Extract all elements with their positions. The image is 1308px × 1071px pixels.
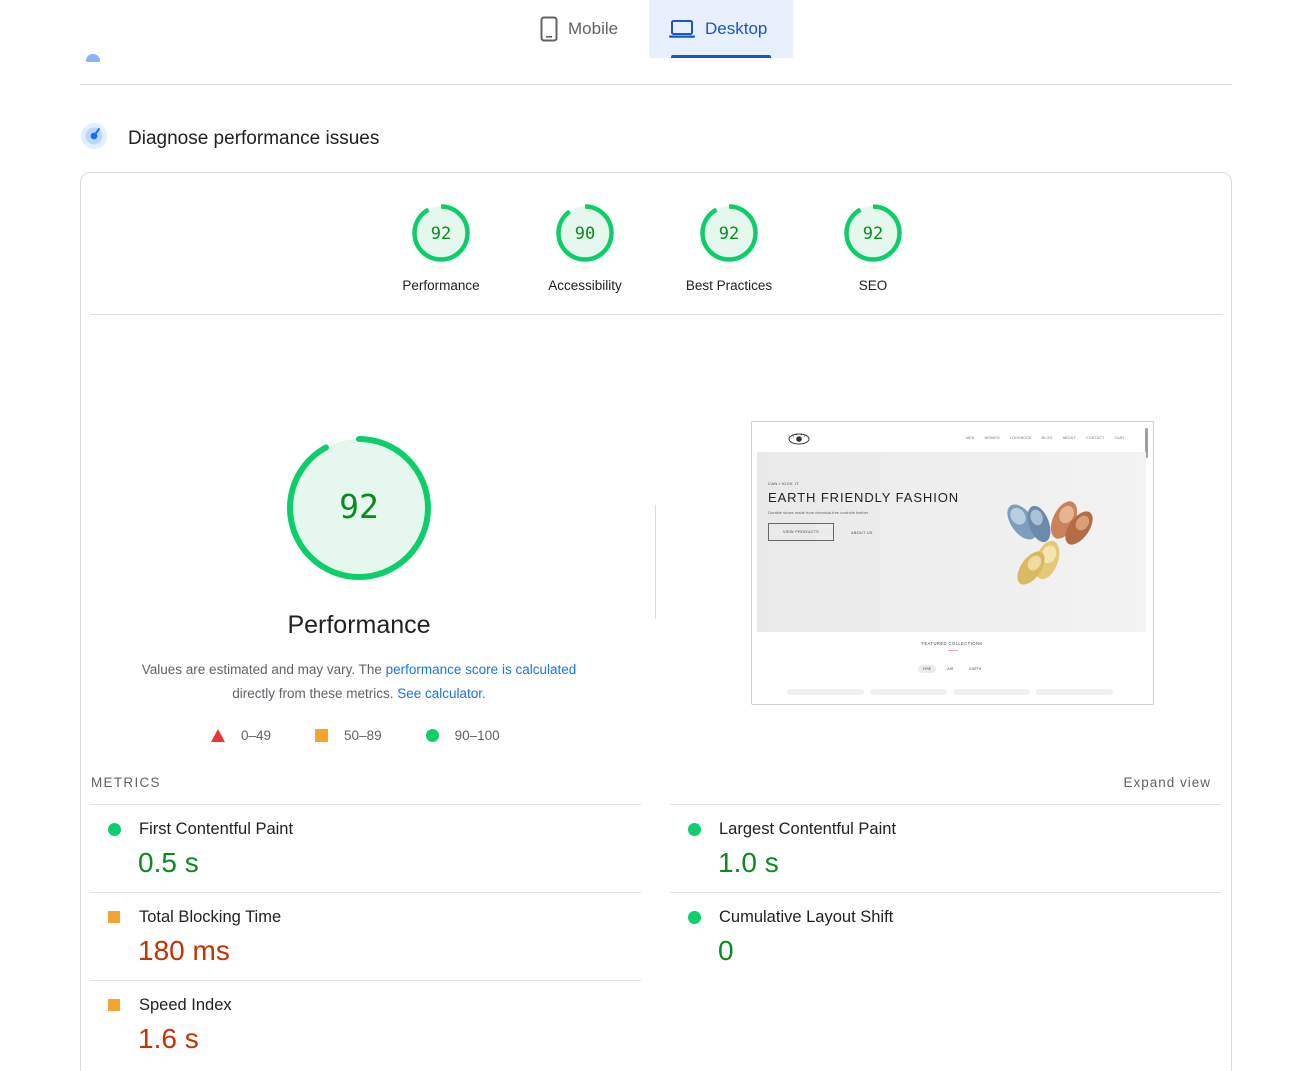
category-gauges: 92 Performance 90 Accessibility 92 Best … [381, 203, 931, 303]
report-card: 92 Performance 90 Accessibility 92 Best … [80, 172, 1232, 1071]
legend-range: 90–100 [454, 728, 500, 743]
performance-title: Performance [287, 611, 431, 639]
selected-tab-indicator [671, 55, 771, 58]
gauge-label: Accessibility [548, 278, 622, 293]
thumb-nav-link: CART [1114, 436, 1125, 440]
gauge-score: 92 [863, 224, 883, 244]
pass-circle-icon [688, 911, 701, 924]
shoes-image [1007, 501, 1093, 585]
gauge-performance[interactable]: 92 Performance [381, 203, 501, 293]
thumb-eyebrow: CAN I KICK IT [768, 481, 799, 486]
clipped-content [80, 54, 580, 62]
metric-value: 1.6 s [138, 1023, 199, 1054]
pass-circle-icon [108, 823, 121, 836]
metric-total-blocking-time: Total Blocking Time 180 ms [90, 892, 641, 980]
thumb-collection-tabs: FIRE AIR EARTH [918, 665, 986, 673]
note-text: Values are estimated and may vary. The [141, 662, 386, 677]
metric-value: 0.5 s [138, 847, 199, 878]
circle-icon [425, 729, 439, 742]
metrics-column-left: First Contentful Paint 0.5 s Total Block… [90, 804, 641, 1068]
thumb-about-link: ABOUT US [851, 531, 873, 535]
gauge-score: 92 [719, 224, 739, 244]
thumb-pill: AIR [947, 667, 954, 671]
average-square-icon [108, 999, 120, 1011]
gauge-ring: 92 [700, 204, 758, 262]
gauge-score: 92 [431, 224, 451, 244]
thumb-hero-subtitle: Durable shoes made from chemical-free co… [768, 510, 869, 515]
thumb-hero-title: EARTH FRIENDLY FASHION [768, 490, 960, 505]
metric-name: First Contentful Paint [139, 820, 294, 838]
triangle-icon [211, 729, 225, 742]
pass-circle-icon [688, 823, 701, 836]
final-screenshot: MEN WOMEN LOOKBOOK BLOG ABOUT CONTACT CA… [751, 421, 1154, 705]
gauge-label: Best Practices [685, 278, 773, 293]
score-legend: 0–49 50–89 90–100 [211, 728, 544, 743]
metric-name: Cumulative Layout Shift [719, 908, 894, 926]
metric-value: 180 ms [138, 935, 230, 966]
metrics-column-right: Largest Contentful Paint 1.0 s Cumulativ… [670, 804, 1221, 980]
gauge-label: Performance [402, 278, 480, 293]
metric-value: 0 [718, 935, 734, 966]
eye-logo-icon [788, 433, 810, 445]
see-calculator-link[interactable]: See calculator. [397, 686, 486, 701]
legend-range: 0–49 [241, 728, 272, 743]
divider [80, 84, 1232, 85]
diagnose-header: Diagnose performance issues [80, 122, 379, 155]
laptop-icon [669, 19, 695, 39]
legend-range: 50–89 [344, 728, 382, 743]
gauge-best-practices[interactable]: 92 Best Practices [669, 203, 789, 293]
metric-name: Speed Index [139, 996, 232, 1014]
tab-desktop-label: Desktop [705, 19, 768, 38]
metric-largest-contentful-paint: Largest Contentful Paint 1.0 s [670, 804, 1221, 892]
legend-item-fail: 0–49 [211, 728, 271, 743]
metric-value: 1.0 s [718, 847, 779, 878]
thumb-nav-link: MEN [966, 436, 975, 440]
thumb-product-placeholders [787, 689, 1113, 695]
gauge-label: SEO [858, 278, 888, 293]
gauge-accessibility[interactable]: 90 Accessibility [525, 203, 645, 293]
tab-mobile-label: Mobile [568, 19, 619, 38]
tab-desktop[interactable]: Desktop [649, 0, 793, 58]
gauge-ring: 90 [556, 204, 614, 262]
thumb-nav-link: LOOKBOOK [1009, 436, 1032, 440]
score-calculated-link[interactable]: performance score is calculated [386, 662, 577, 677]
gauge-ring: 92 [844, 204, 902, 262]
thumb-nav-link: WOMEN [984, 436, 1000, 440]
legend-item-pass: 90–100 [425, 728, 500, 743]
diagnose-gauge-icon [80, 122, 108, 155]
thumb-nav-link: BLOG [1041, 436, 1053, 440]
note-text: directly from these metrics. [232, 686, 398, 701]
metric-first-contentful-paint: First Contentful Paint 0.5 s [90, 804, 641, 892]
performance-note: Values are estimated and may vary. The p… [81, 658, 637, 706]
thumb-view-products-button: VIEW PRODUCTS [768, 523, 834, 541]
metric-name: Largest Contentful Paint [719, 820, 897, 838]
average-square-icon [108, 911, 120, 923]
metric-speed-index: Speed Index 1.6 s [90, 980, 641, 1068]
thumb-accent-line [948, 650, 958, 651]
metrics-heading: METRICS [91, 775, 161, 790]
thumb-nav-link: ABOUT [1062, 436, 1076, 440]
square-icon [315, 729, 329, 742]
performance-score: 92 [339, 487, 379, 526]
expand-view-button[interactable]: Expand view [1123, 775, 1211, 790]
tab-mobile[interactable]: Mobile [520, 0, 648, 58]
legend-item-average: 50–89 [315, 728, 382, 743]
gauge-score: 90 [575, 224, 595, 244]
vertical-divider [655, 505, 656, 619]
thumb-pill: EARTH [969, 667, 982, 671]
metric-cumulative-layout-shift: Cumulative Layout Shift 0 [670, 892, 1221, 980]
divider [90, 314, 1223, 315]
device-tabs: Mobile Desktop [0, 0, 1308, 58]
section-title: Diagnose performance issues [128, 127, 380, 149]
gauge-ring: 92 [412, 204, 470, 262]
thumb-featured-heading: FEATURED COLLECTIONS [921, 641, 983, 646]
thumb-nav-link: CONTACT [1085, 436, 1105, 440]
phone-icon [540, 16, 558, 42]
performance-gauge: 92 [287, 436, 431, 580]
gauge-seo[interactable]: 92 SEO [813, 203, 933, 293]
metric-name: Total Blocking Time [139, 908, 282, 926]
thumb-nav: MEN WOMEN LOOKBOOK BLOG ABOUT CONTACT CA… [966, 436, 1125, 440]
thumb-pill: FIRE [918, 665, 937, 673]
